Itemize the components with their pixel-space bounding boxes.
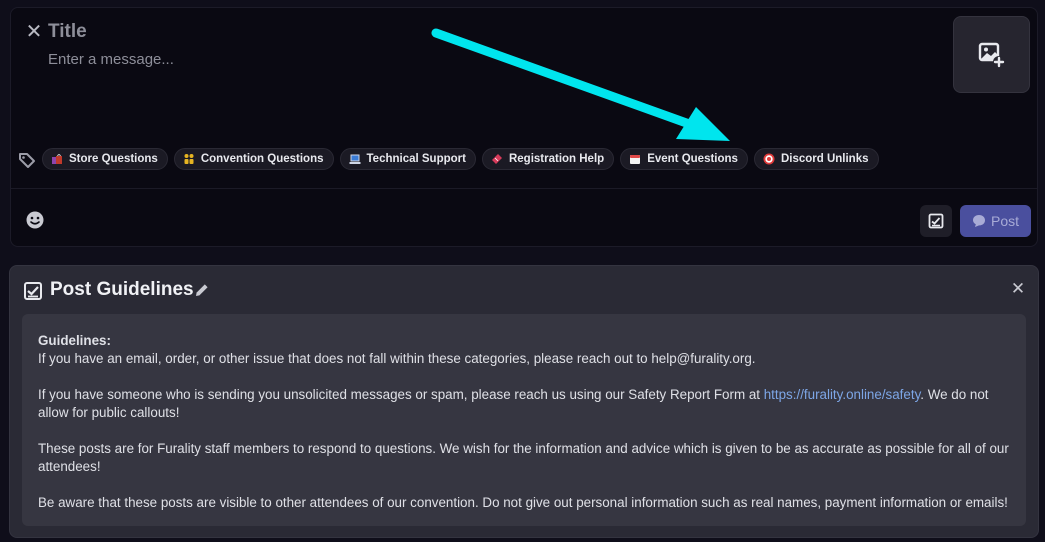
tag-label: Event Questions — [647, 153, 738, 165]
guidelines-toggle-button[interactable] — [920, 205, 952, 237]
tag-label: Convention Questions — [200, 153, 324, 165]
tag-label: Registration Help — [508, 153, 605, 165]
people-icon — [183, 153, 195, 165]
message-input[interactable] — [48, 49, 748, 69]
post-guidelines-panel: Post Guidelines ✕ Guidelines: If you hav… — [9, 265, 1039, 538]
tag-label: Store Questions — [69, 153, 158, 165]
guideline-paragraph: These posts are for Furality staff membe… — [38, 441, 1009, 474]
post-button[interactable]: Post — [960, 205, 1031, 237]
tag-registration-help[interactable]: Registration Help — [481, 148, 615, 170]
tag-technical-support[interactable]: Technical Support — [339, 148, 476, 170]
guideline-paragraph: Be aware that these posts are visible to… — [38, 495, 1008, 510]
ticket-icon — [491, 153, 503, 165]
post-button-label: Post — [990, 213, 1019, 229]
tag-icon — [19, 153, 35, 168]
calendar-icon — [629, 153, 641, 165]
tag-store-questions[interactable]: Store Questions — [42, 148, 168, 170]
guideline-paragraph: If you have an email, order, or other is… — [38, 351, 756, 366]
tag-label: Technical Support — [366, 153, 466, 165]
post-composer: ✕ Store Questions Convention Questions — [10, 7, 1038, 247]
panel-title: Post Guidelines — [50, 279, 194, 300]
safety-report-link[interactable]: https://furality.online/safety — [764, 387, 921, 402]
title-input[interactable] — [48, 20, 748, 44]
tag-discord-unlinks[interactable]: Discord Unlinks — [753, 148, 879, 170]
checklist-icon — [928, 213, 944, 229]
tag-label: Discord Unlinks — [780, 153, 869, 165]
emoji-picker-icon[interactable] — [25, 210, 45, 230]
tag-event-questions[interactable]: Event Questions — [620, 148, 748, 170]
close-icon[interactable]: ✕ — [25, 22, 43, 42]
close-icon[interactable]: ✕ — [1010, 280, 1026, 297]
divider — [11, 188, 1037, 189]
tag-list: Store Questions Convention Questions Tec… — [42, 148, 879, 170]
pencil-icon[interactable] — [194, 282, 210, 298]
add-image-icon — [978, 42, 1005, 68]
guideline-text: If you have someone who is sending you u… — [38, 387, 764, 402]
laptop-icon — [349, 153, 361, 165]
checklist-icon — [24, 282, 42, 300]
guidelines-heading: Guidelines: — [38, 333, 111, 348]
guideline-paragraph: If you have someone who is sending you u… — [38, 386, 1010, 422]
guidelines-content: Guidelines: If you have an email, order,… — [22, 314, 1026, 526]
add-image-button[interactable] — [953, 16, 1030, 93]
shopping-bags-icon — [51, 153, 63, 165]
target-icon — [763, 153, 775, 165]
chat-bubble-icon — [972, 215, 985, 227]
tag-convention-questions[interactable]: Convention Questions — [173, 148, 334, 170]
